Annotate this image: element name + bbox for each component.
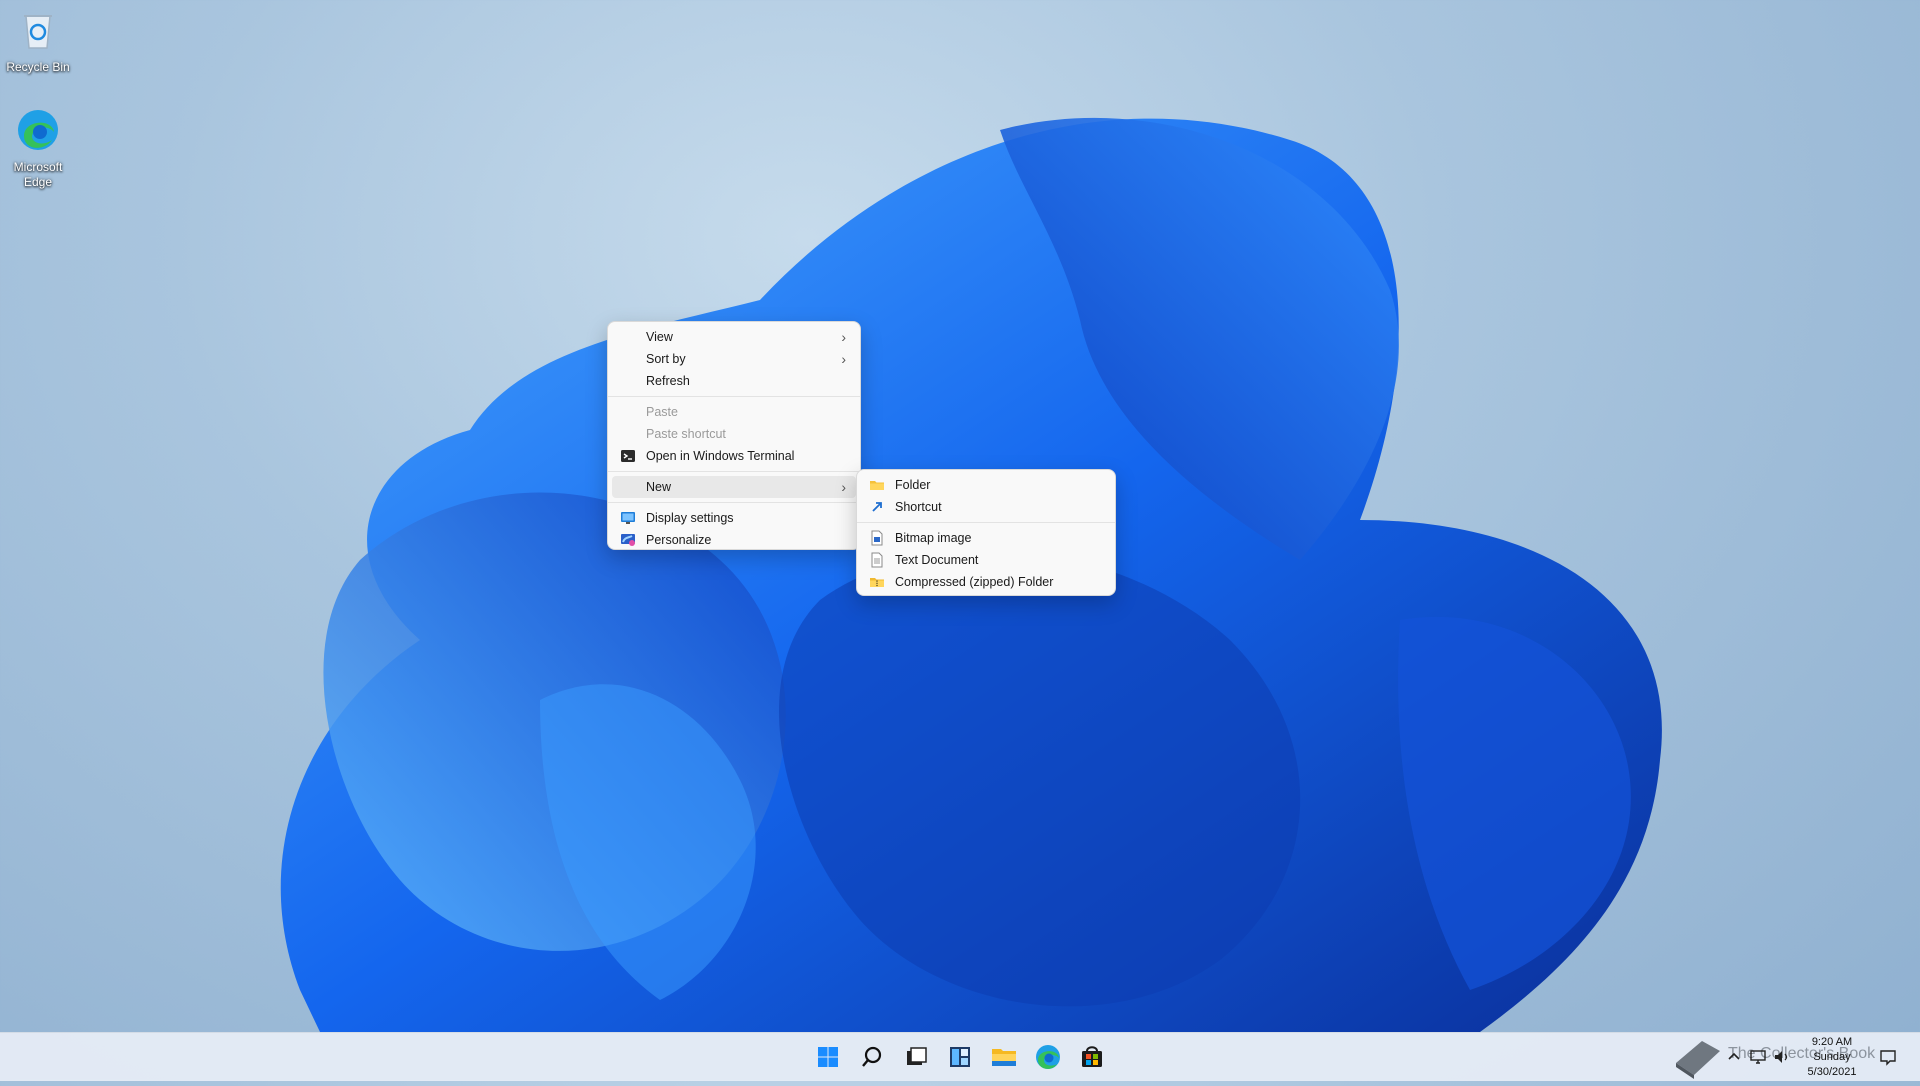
notifications-button[interactable] xyxy=(1878,1047,1898,1067)
clock[interactable]: 9:20 AM Sunday 5/30/2021 xyxy=(1796,1035,1868,1080)
menu-item-label: Sort by xyxy=(646,352,686,366)
widgets-button[interactable] xyxy=(942,1039,978,1075)
volume-icon xyxy=(1775,1051,1788,1063)
store-icon xyxy=(1082,1046,1102,1067)
display-icon xyxy=(621,512,635,524)
submenu-item-folder[interactable]: Folder xyxy=(861,474,1111,496)
file-explorer-button[interactable] xyxy=(986,1039,1022,1075)
menu-item-label: View xyxy=(646,330,673,344)
menu-item-label: Refresh xyxy=(646,374,690,388)
start-icon xyxy=(818,1047,838,1067)
terminal-icon xyxy=(621,450,635,462)
widgets-icon xyxy=(950,1047,970,1067)
clock-day: Sunday xyxy=(1813,1051,1851,1063)
network-tray-button[interactable] xyxy=(1748,1047,1768,1067)
menu-item-label: Shortcut xyxy=(895,500,942,514)
text-document-icon xyxy=(871,552,883,568)
desktop-icon-label: Recycle Bin xyxy=(6,60,70,74)
menu-item-refresh[interactable]: Refresh xyxy=(612,370,856,392)
menu-separator xyxy=(608,396,860,397)
clock-time: 9:20 AM xyxy=(1811,1036,1853,1048)
notification-icon xyxy=(1880,1050,1896,1066)
menu-item-label: Compressed (zipped) Folder xyxy=(895,575,1054,589)
menu-item-label: Text Document xyxy=(895,553,979,567)
new-submenu: Folder Shortcut Bitmap image Text Docume… xyxy=(856,469,1116,596)
task-view-icon xyxy=(907,1047,927,1065)
menu-separator xyxy=(608,471,860,472)
personalize-icon xyxy=(621,534,635,546)
desktop-icon-label: Microsoft Edge xyxy=(13,160,63,189)
shortcut-icon xyxy=(872,502,882,512)
desktop-context-menu: View › Sort by › Refresh Paste Paste sho… xyxy=(607,321,861,550)
menu-item-label: Bitmap image xyxy=(895,531,972,545)
chevron-right-icon: › xyxy=(841,351,846,367)
submenu-item-shortcut[interactable]: Shortcut xyxy=(861,496,1111,518)
menu-item-label: Folder xyxy=(895,478,931,492)
menu-item-paste: Paste xyxy=(612,401,856,423)
edge-button[interactable] xyxy=(1030,1039,1066,1075)
chevron-up-icon xyxy=(1728,1052,1740,1060)
menu-item-display-settings[interactable]: Display settings xyxy=(612,507,856,529)
edge-icon xyxy=(1036,1045,1060,1069)
bitmap-icon xyxy=(871,530,883,546)
menu-item-paste-shortcut: Paste shortcut xyxy=(612,423,856,445)
edge-icon xyxy=(18,110,58,150)
start-button[interactable] xyxy=(810,1039,846,1075)
task-view-button[interactable] xyxy=(898,1039,934,1075)
store-button[interactable] xyxy=(1074,1039,1110,1075)
menu-item-label: New xyxy=(646,480,672,494)
submenu-item-text-document[interactable]: Text Document xyxy=(861,549,1111,571)
folder-icon xyxy=(870,481,884,490)
zip-folder-icon xyxy=(870,578,884,587)
menu-item-personalize[interactable]: Personalize xyxy=(612,529,856,551)
menu-item-label: Paste xyxy=(646,405,678,419)
clock-date: 5/30/2021 xyxy=(1807,1066,1857,1078)
watermark-book-icon xyxy=(1668,1033,1728,1081)
menu-item-label: Display settings xyxy=(646,511,734,525)
menu-item-sort-by[interactable]: Sort by › xyxy=(612,348,856,370)
desktop-icon-edge[interactable]: Microsoft Edge xyxy=(0,106,76,190)
recycle-bin-icon xyxy=(24,15,52,49)
menu-item-view[interactable]: View › xyxy=(612,326,856,348)
menu-separator xyxy=(857,522,1115,523)
submenu-item-bitmap[interactable]: Bitmap image xyxy=(861,527,1111,549)
menu-item-label: Personalize xyxy=(646,533,712,547)
taskbar: The Collector's Book 9:20 AM Sunday 5/30… xyxy=(0,1032,1920,1081)
menu-item-label: Paste shortcut xyxy=(646,427,726,441)
file-explorer-icon xyxy=(992,1049,1016,1066)
search-icon xyxy=(862,1046,882,1067)
tray-overflow-chevron[interactable] xyxy=(1724,1047,1744,1067)
volume-tray-button[interactable] xyxy=(1772,1047,1792,1067)
menu-item-open-terminal[interactable]: Open in Windows Terminal xyxy=(612,445,856,467)
menu-separator xyxy=(608,502,860,503)
search-button[interactable] xyxy=(854,1039,890,1075)
desktop-icon-recycle-bin[interactable]: Recycle Bin xyxy=(0,6,76,75)
chevron-right-icon: › xyxy=(841,329,846,345)
menu-item-new[interactable]: New › xyxy=(612,476,856,498)
network-icon xyxy=(1750,1050,1766,1064)
menu-item-label: Open in Windows Terminal xyxy=(646,449,795,463)
submenu-item-zip-folder[interactable]: Compressed (zipped) Folder xyxy=(861,571,1111,593)
chevron-right-icon: › xyxy=(841,479,846,495)
